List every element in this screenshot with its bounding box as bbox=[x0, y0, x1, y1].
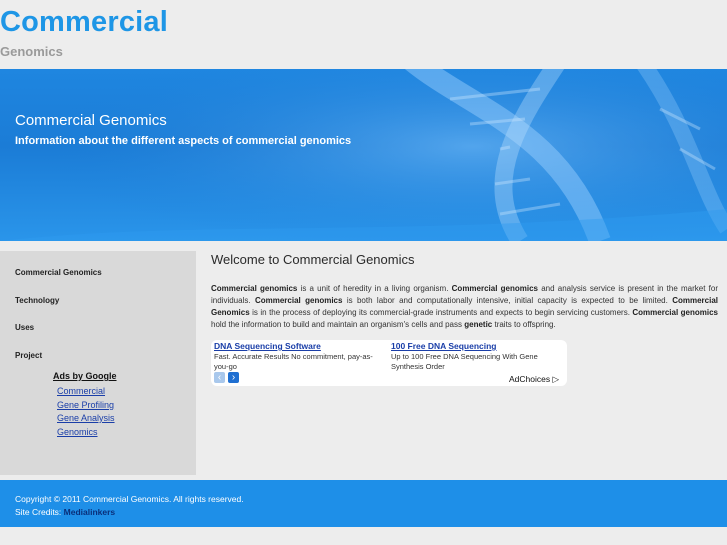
paragraph-text: is in the process of deploying its comme… bbox=[249, 308, 633, 317]
ad-link-genomics[interactable]: Genomics bbox=[57, 427, 98, 437]
paragraph-text: is a unit of heredity in a living organi… bbox=[297, 284, 452, 293]
credits-label: Site Credits: bbox=[15, 507, 64, 517]
ad-desc-2-line-2: Synthesis Order bbox=[391, 362, 445, 371]
banner: Commercial Genomics Information about th… bbox=[0, 69, 727, 241]
ad-desc-1-line-1: Fast. Accurate Results No commitment, pa… bbox=[214, 352, 373, 361]
ad-link-commercial[interactable]: Commercial bbox=[57, 386, 105, 396]
nav-item-commercial-genomics[interactable]: Commercial Genomics bbox=[15, 268, 102, 277]
ad-desc-1-line-2: you-go bbox=[214, 362, 237, 371]
ad-link-gene-profiling[interactable]: Gene Profiling bbox=[57, 400, 114, 410]
paragraph-text: traits to offspring. bbox=[492, 320, 556, 329]
bold-term: Commercial genomics bbox=[211, 284, 298, 293]
ads-by-google-heading[interactable]: Ads by Google bbox=[53, 371, 117, 381]
nav-item-technology[interactable]: Technology bbox=[15, 296, 59, 305]
adchoices-label: AdChoices bbox=[509, 374, 551, 384]
logo-title[interactable]: Commercial bbox=[0, 6, 168, 39]
dna-helix-image bbox=[0, 69, 727, 241]
ad-title-100-free-dna-sequencing[interactable]: 100 Free DNA Sequencing bbox=[391, 341, 497, 351]
page-title: Welcome to Commercial Genomics bbox=[211, 252, 415, 267]
ad-link-gene-analysis[interactable]: Gene Analysis bbox=[57, 413, 115, 423]
ad-next-arrow-icon[interactable]: › bbox=[228, 372, 239, 383]
banner-title: Commercial Genomics bbox=[15, 112, 167, 129]
ad-prev-arrow-icon[interactable]: ‹ bbox=[214, 372, 225, 383]
bold-term: genetic bbox=[464, 320, 493, 329]
nav-item-uses[interactable]: Uses bbox=[15, 323, 34, 332]
copyright-text: Copyright © 2011 Commercial Genomics. Al… bbox=[15, 494, 244, 504]
adchoices-link[interactable]: AdChoices ▷ bbox=[509, 374, 559, 385]
adchoices-icon: ▷ bbox=[552, 374, 560, 384]
credits-link[interactable]: Medialinkers bbox=[64, 507, 116, 517]
ad-desc-2-line-1: Up to 100 Free DNA Sequencing With Gene bbox=[391, 352, 538, 361]
nav-item-project[interactable]: Project bbox=[15, 351, 42, 360]
paragraph-text: hold the information to build and mainta… bbox=[211, 320, 465, 329]
bold-term: Commercial genomics bbox=[632, 308, 718, 317]
bold-term: Commercial genomics bbox=[451, 284, 538, 293]
bold-term: Commercial genomics bbox=[254, 296, 343, 305]
sidebar bbox=[0, 251, 196, 475]
site-credits: Site Credits: Medialinkers bbox=[15, 507, 115, 517]
banner-subtitle: Information about the different aspects … bbox=[15, 135, 352, 147]
logo-subtitle: Genomics bbox=[0, 44, 63, 59]
paragraph-text: is both labor and computationally intens… bbox=[342, 296, 673, 305]
ad-title-dna-sequencing-software[interactable]: DNA Sequencing Software bbox=[214, 341, 321, 351]
intro-paragraph: Commercial genomics is a unit of heredit… bbox=[211, 283, 718, 331]
